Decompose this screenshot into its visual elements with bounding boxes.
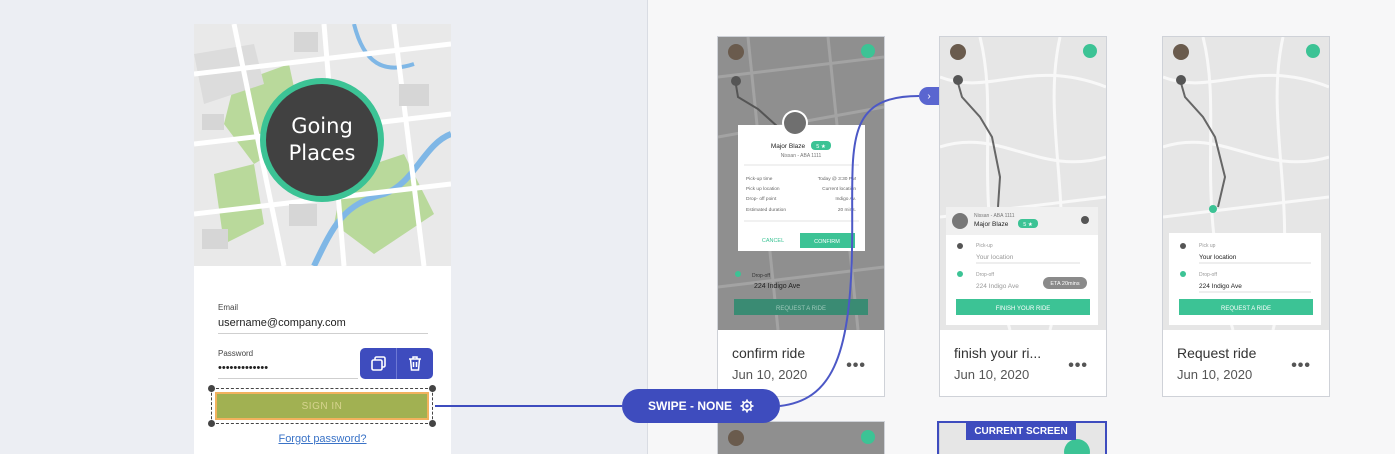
svg-text:ETA 20mins: ETA 20mins: [1050, 281, 1079, 287]
screen-title: confirm ride: [732, 345, 806, 361]
copy-icon: [370, 356, 386, 371]
screen-date: Jun 10, 2020: [732, 367, 808, 382]
svg-text:Indigo Av.: Indigo Av.: [835, 196, 856, 202]
delete-button[interactable]: [396, 348, 433, 379]
screen-title: finish your ri...: [954, 345, 1042, 361]
more-options-icon[interactable]: •••: [1291, 357, 1311, 375]
screen-date: Jun 10, 2020: [954, 367, 1030, 382]
logo-text-line1: Going: [291, 114, 353, 138]
email-field[interactable]: username@company.com: [218, 317, 428, 334]
svg-text:Current location: Current location: [822, 186, 856, 192]
element-toolbar: [360, 348, 433, 379]
svg-text:FINISH YOUR RIDE: FINISH YOUR RIDE: [996, 306, 1051, 312]
forgot-password-link[interactable]: Forgot password?: [194, 433, 451, 445]
selection-box[interactable]: SIGN IN: [208, 385, 436, 427]
svg-text:Your location: Your location: [1199, 254, 1237, 261]
editor-canvas: Going Places Email username@company.com …: [0, 0, 648, 454]
svg-text:224 Indigo Ave: 224 Indigo Ave: [754, 283, 800, 290]
svg-text:REQUEST A RIDE: REQUEST A RIDE: [1221, 306, 1271, 312]
app-logo: Going Places: [260, 78, 384, 202]
svg-text:5 ★: 5 ★: [1023, 221, 1033, 228]
svg-text:Your location: Your location: [976, 254, 1014, 261]
screen-card-finish-ride[interactable]: Nissan - ABA 1111 Major Blaze 5 ★ Pick-u…: [939, 36, 1107, 397]
svg-text:CANCEL: CANCEL: [762, 238, 784, 244]
svg-text:224 Indigo Ave: 224 Indigo Ave: [976, 283, 1019, 290]
current-screen-badge: CURRENT SCREEN: [966, 422, 1076, 440]
svg-text:REQUEST A RIDE: REQUEST A RIDE: [776, 306, 826, 312]
sign-in-button[interactable]: SIGN IN: [215, 392, 429, 420]
more-options-icon[interactable]: •••: [1068, 357, 1088, 375]
svg-text:Drop-off: Drop-off: [1199, 272, 1218, 278]
resize-handle[interactable]: [208, 385, 215, 392]
svg-text:Pick-up time: Pick-up time: [746, 176, 773, 182]
interaction-trigger-pill[interactable]: SWIPE - NONE: [622, 389, 780, 423]
svg-text:Drop-off: Drop-off: [752, 273, 771, 279]
password-field[interactable]: •••••••••••••: [218, 362, 358, 379]
svg-text:CONFIRM: CONFIRM: [814, 239, 840, 245]
svg-text:Nissan - ABA 1111: Nissan - ABA 1111: [974, 213, 1015, 219]
resize-handle[interactable]: [429, 420, 436, 427]
svg-text:20 mins.: 20 mins.: [838, 207, 856, 213]
duplicate-button[interactable]: [360, 348, 396, 379]
gear-icon: [740, 399, 754, 413]
screen-date: Jun 10, 2020: [1177, 367, 1253, 382]
svg-text:Estimated duration: Estimated duration: [746, 207, 786, 213]
svg-text:224 Indigo Ave: 224 Indigo Ave: [1199, 283, 1242, 290]
email-label: Email: [218, 303, 239, 312]
svg-text:Pick-up: Pick-up: [976, 243, 993, 249]
screen-thumbnail: Pick up Your location Drop-off 224 Indig…: [1163, 37, 1329, 330]
svg-text:Drop- off point: Drop- off point: [746, 196, 777, 202]
screen-thumbnail: Nissan - ABA 1111 Major Blaze 5 ★ Pick-u…: [940, 37, 1106, 330]
more-options-icon[interactable]: •••: [846, 357, 866, 375]
login-screen[interactable]: Going Places Email username@company.com …: [194, 24, 451, 454]
password-label: Password: [218, 349, 254, 358]
svg-text:Nissan - ABA 1111: Nissan - ABA 1111: [781, 153, 822, 159]
screen-card-confirm-ride[interactable]: REQUEST A RIDE Drop-off 224 Indigo Ave M…: [717, 36, 885, 397]
screen-card-request-ride[interactable]: Pick up Your location Drop-off 224 Indig…: [1162, 36, 1330, 397]
svg-text:Drop-off: Drop-off: [976, 272, 995, 278]
link-target-arrow-icon[interactable]: ›: [919, 87, 939, 105]
svg-text:Pick up location: Pick up location: [746, 186, 780, 192]
resize-handle[interactable]: [429, 385, 436, 392]
screen-card-partial[interactable]: [717, 421, 885, 454]
svg-text:Pick up: Pick up: [1199, 243, 1216, 249]
screen-thumbnail: REQUEST A RIDE Drop-off 224 Indigo Ave M…: [718, 37, 884, 330]
svg-text:Today @ 3:30 PM: Today @ 3:30 PM: [818, 176, 856, 182]
resize-handle[interactable]: [208, 420, 215, 427]
svg-text:Major Blaze: Major Blaze: [974, 221, 1009, 228]
logo-text-line2: Places: [288, 141, 356, 165]
screen-title: Request ride: [1177, 345, 1257, 361]
map-illustration: Going Places: [194, 24, 451, 266]
svg-text:Major Blaze: Major Blaze: [771, 143, 806, 150]
svg-text:5 ★: 5 ★: [816, 143, 826, 150]
interaction-label: SWIPE - NONE: [647, 399, 732, 413]
trash-icon: [409, 356, 421, 371]
